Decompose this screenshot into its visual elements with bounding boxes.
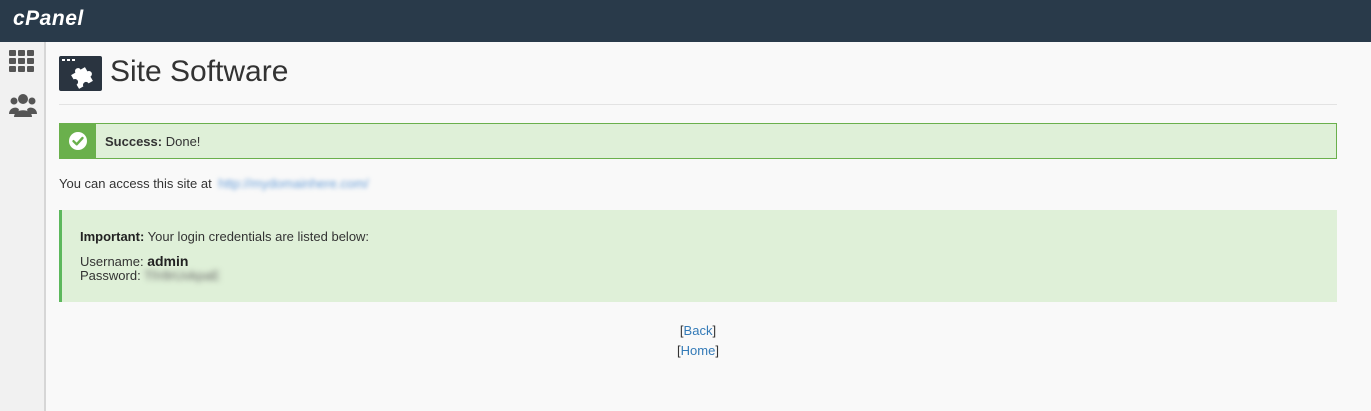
password-label: Password: (80, 268, 141, 283)
puzzle-window-icon (59, 56, 102, 91)
success-icon-box (60, 124, 96, 158)
username-value: admin (147, 253, 189, 269)
success-label: Success: (105, 134, 163, 149)
success-alert: Success: Done! (59, 123, 1337, 159)
username-label: Username: (80, 254, 144, 269)
important-heading: Important: Your login credentials are li… (80, 229, 369, 244)
success-message: Success: Done! (105, 134, 200, 149)
back-link[interactable]: Back (684, 323, 713, 338)
check-circle-icon (69, 132, 87, 150)
users-icon[interactable] (9, 92, 37, 118)
important-label: Important: (80, 229, 145, 244)
access-prefix: You can access this site at (59, 176, 212, 191)
site-url-link[interactable]: http://mydomainhere.com/ (218, 176, 368, 191)
username-row: Username: admin (80, 253, 188, 269)
access-info: You can access this site at http://mydom… (59, 176, 369, 191)
page-title: Site Software (110, 55, 289, 88)
success-text: Done! (165, 134, 201, 149)
cpanel-logo[interactable]: cPanel (13, 7, 84, 31)
apps-grid-icon[interactable] (9, 50, 35, 76)
back-link-row: [Back] (679, 323, 717, 338)
home-link-row: [Home] (677, 343, 719, 358)
important-message: Your login credentials are listed below: (147, 229, 370, 244)
main-content: Site Software Success: Done! You can acc… (59, 42, 1337, 358)
important-notice: Important: Your login credentials are li… (59, 210, 1337, 302)
home-link[interactable]: Home (681, 343, 716, 358)
top-navigation-bar: cPanel (0, 0, 1371, 42)
password-value: Tl!r8rUvkpaE (144, 268, 220, 283)
page-header: Site Software (59, 42, 1337, 105)
sidebar (0, 42, 46, 411)
navigation-links: [Back] [Home] (59, 321, 1337, 361)
password-row: Password: Tl!r8rUvkpaE (80, 268, 220, 283)
